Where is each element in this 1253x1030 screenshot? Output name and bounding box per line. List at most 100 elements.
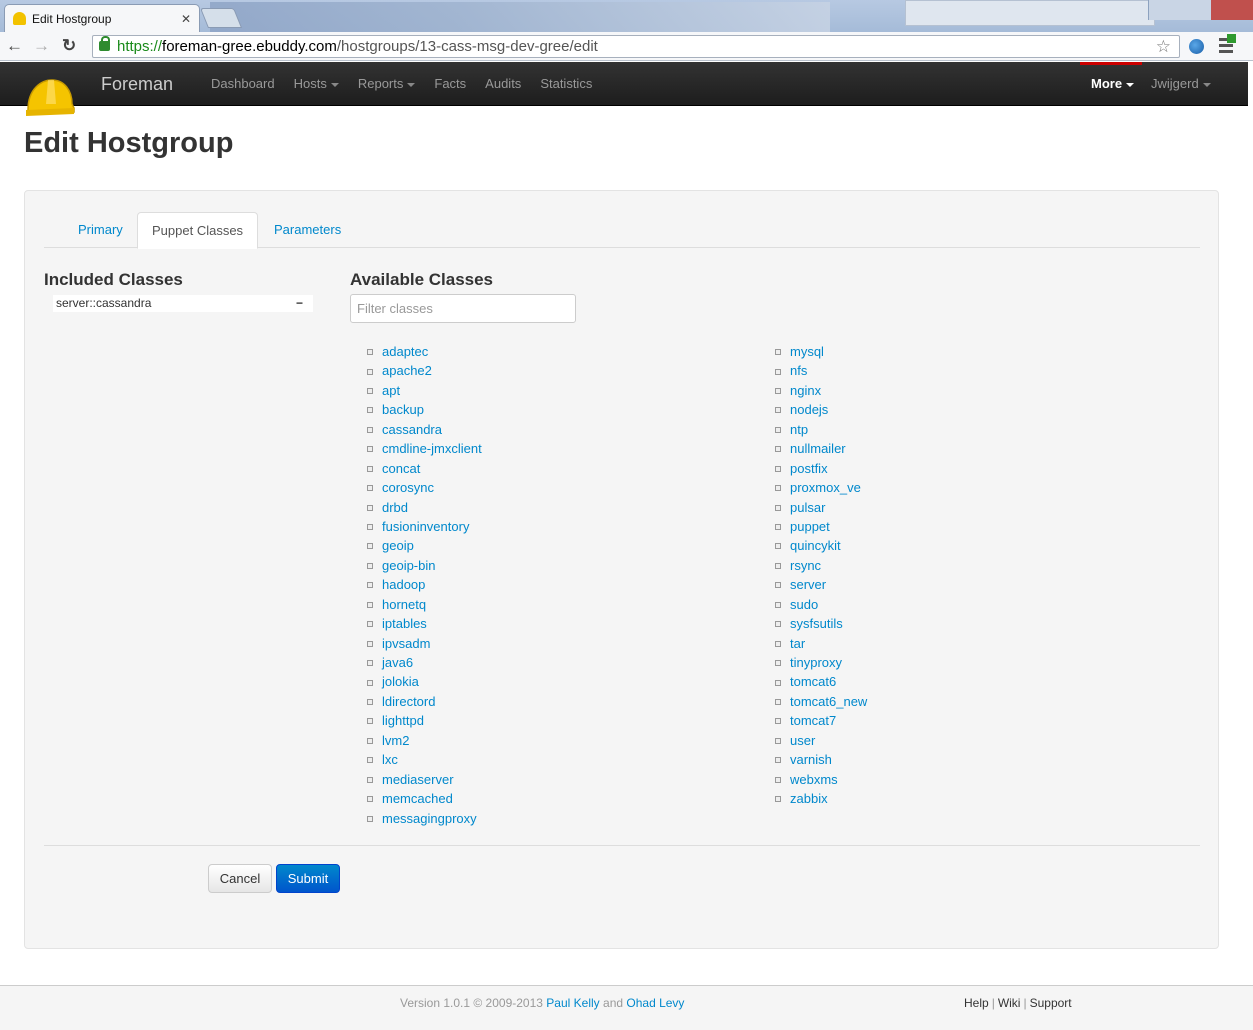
user-menu-dropdown[interactable]: Jwijgerd <box>1151 76 1211 91</box>
available-class-item[interactable]: mediaserver <box>365 770 482 789</box>
available-class-item[interactable]: tomcat7 <box>773 711 867 730</box>
address-bar[interactable]: https://foreman-gree.ebuddy.com/hostgrou… <box>92 35 1180 58</box>
nav-hosts[interactable]: Hosts <box>294 76 339 91</box>
nav-facts[interactable]: Facts <box>434 76 466 91</box>
nav-statistics[interactable]: Statistics <box>540 76 592 91</box>
bullet-icon <box>775 543 781 550</box>
available-class-item[interactable]: zabbix <box>773 789 867 808</box>
available-class-item[interactable]: lvm2 <box>365 731 482 750</box>
available-class-item[interactable]: ntp <box>773 420 867 439</box>
nav-more-dropdown[interactable]: More <box>1080 62 1142 106</box>
footer-link-support[interactable]: Support <box>1030 996 1072 1010</box>
available-class-item[interactable]: tomcat6 <box>773 672 867 691</box>
available-class-item[interactable]: ldirectord <box>365 692 482 711</box>
available-class-item[interactable]: ipvsadm <box>365 634 482 653</box>
available-class-item[interactable]: concat <box>365 459 482 478</box>
available-class-item[interactable]: nodejs <box>773 400 867 419</box>
available-class-item[interactable]: server <box>773 575 867 594</box>
available-class-item[interactable]: lighttpd <box>365 711 482 730</box>
foreman-helmet-logo-icon[interactable] <box>24 74 76 118</box>
available-class-item[interactable]: messagingproxy <box>365 809 482 828</box>
nav-dashboard[interactable]: Dashboard <box>211 76 275 91</box>
submit-button[interactable]: Submit <box>276 864 340 893</box>
nav-audits[interactable]: Audits <box>485 76 521 91</box>
available-class-item[interactable]: nullmailer <box>773 439 867 458</box>
tab-close-icon[interactable]: ✕ <box>181 12 191 26</box>
available-class-item[interactable]: iptables <box>365 614 482 633</box>
available-class-label: memcached <box>382 791 453 807</box>
available-class-item[interactable]: sudo <box>773 595 867 614</box>
available-class-item[interactable]: backup <box>365 400 482 419</box>
url-path: /hostgroups/13-cass-msg-dev-gree/edit <box>336 38 598 55</box>
reload-icon[interactable]: ↻ <box>62 37 76 55</box>
available-class-item[interactable]: quincykit <box>773 536 867 555</box>
available-class-label: nodejs <box>790 402 829 418</box>
tab-primary[interactable]: Primary <box>64 212 137 249</box>
available-class-item[interactable]: nginx <box>773 381 867 400</box>
available-class-item[interactable]: varnish <box>773 750 867 769</box>
bullet-icon <box>367 698 373 705</box>
available-class-item[interactable]: nfs <box>773 361 867 380</box>
available-class-item[interactable]: geoip-bin <box>365 556 482 575</box>
available-class-item[interactable]: geoip <box>365 536 482 555</box>
window-controls[interactable] <box>1148 0 1253 20</box>
available-class-item[interactable]: hornetq <box>365 595 482 614</box>
available-class-item[interactable]: sysfsutils <box>773 614 867 633</box>
available-class-label: iptables <box>382 616 427 632</box>
available-class-item[interactable]: apt <box>365 381 482 400</box>
available-class-item[interactable]: puppet <box>773 517 867 536</box>
available-class-label: messagingproxy <box>382 810 477 826</box>
nav-reports[interactable]: Reports <box>358 76 416 91</box>
available-class-item[interactable]: drbd <box>365 498 482 517</box>
available-class-item[interactable]: fusioninventory <box>365 517 482 536</box>
available-class-item[interactable]: memcached <box>365 789 482 808</box>
tab-parameters[interactable]: Parameters <box>260 212 355 249</box>
footer-link-wiki[interactable]: Wiki <box>998 996 1021 1010</box>
available-class-item[interactable]: webxms <box>773 770 867 789</box>
available-class-item[interactable]: postfix <box>773 459 867 478</box>
bullet-icon <box>367 621 373 628</box>
available-class-item[interactable]: tar <box>773 634 867 653</box>
filter-classes-input[interactable] <box>350 294 576 323</box>
available-class-item[interactable]: proxmox_ve <box>773 478 867 497</box>
forward-arrow-icon[interactable]: → <box>33 37 50 55</box>
globe-extension-icon[interactable] <box>1189 39 1204 54</box>
bullet-icon <box>367 757 373 764</box>
available-class-item[interactable]: cmdline-jmxclient <box>365 439 482 458</box>
available-class-label: lxc <box>382 752 398 768</box>
available-class-item[interactable]: corosync <box>365 478 482 497</box>
tab-puppet-classes[interactable]: Puppet Classes <box>137 212 259 249</box>
available-class-item[interactable]: adaptec <box>365 342 482 361</box>
available-class-item[interactable]: tomcat6_new <box>773 692 867 711</box>
footer-link-help[interactable]: Help <box>964 996 989 1010</box>
form-divider <box>44 845 1200 846</box>
bullet-icon <box>775 485 781 492</box>
available-class-item[interactable]: pulsar <box>773 498 867 517</box>
cancel-button[interactable]: Cancel <box>208 864 272 893</box>
available-class-item[interactable]: mysql <box>773 342 867 361</box>
bookmark-star-icon[interactable]: ☆ <box>1156 36 1171 57</box>
bullet-icon <box>775 524 781 530</box>
author-link-ohad-levy[interactable]: Ohad Levy <box>626 996 684 1010</box>
nav-reports-label: Reports <box>357 76 404 91</box>
browser-menu-icon[interactable] <box>1219 34 1237 56</box>
browser-tab[interactable]: Edit Hostgroup ✕ <box>4 4 200 32</box>
bullet-icon <box>367 485 373 492</box>
author-link-paul-kelly[interactable]: Paul Kelly <box>546 996 599 1010</box>
back-arrow-icon[interactable]: ← <box>6 37 23 55</box>
available-class-label: tomcat6_new <box>790 693 868 709</box>
available-class-item[interactable]: hadoop <box>365 575 482 594</box>
available-class-item[interactable]: user <box>773 731 867 750</box>
available-class-item[interactable]: jolokia <box>365 672 482 691</box>
available-class-item[interactable]: apache2 <box>365 361 482 380</box>
brand-foreman[interactable]: Foreman <box>101 74 173 95</box>
remove-class-button[interactable]: − <box>296 295 303 312</box>
available-class-item[interactable]: lxc <box>365 750 482 769</box>
available-class-item[interactable]: cassandra <box>365 420 482 439</box>
bullet-icon <box>367 426 373 433</box>
available-class-item[interactable]: tinyproxy <box>773 653 867 672</box>
available-class-item[interactable]: java6 <box>365 653 482 672</box>
available-class-item[interactable]: rsync <box>773 556 867 575</box>
window-close-button[interactable] <box>1211 0 1253 20</box>
available-classes-column-2: mysql nfs nginx nodejs ntp nullmailer postfix p… <box>773 342 867 809</box>
